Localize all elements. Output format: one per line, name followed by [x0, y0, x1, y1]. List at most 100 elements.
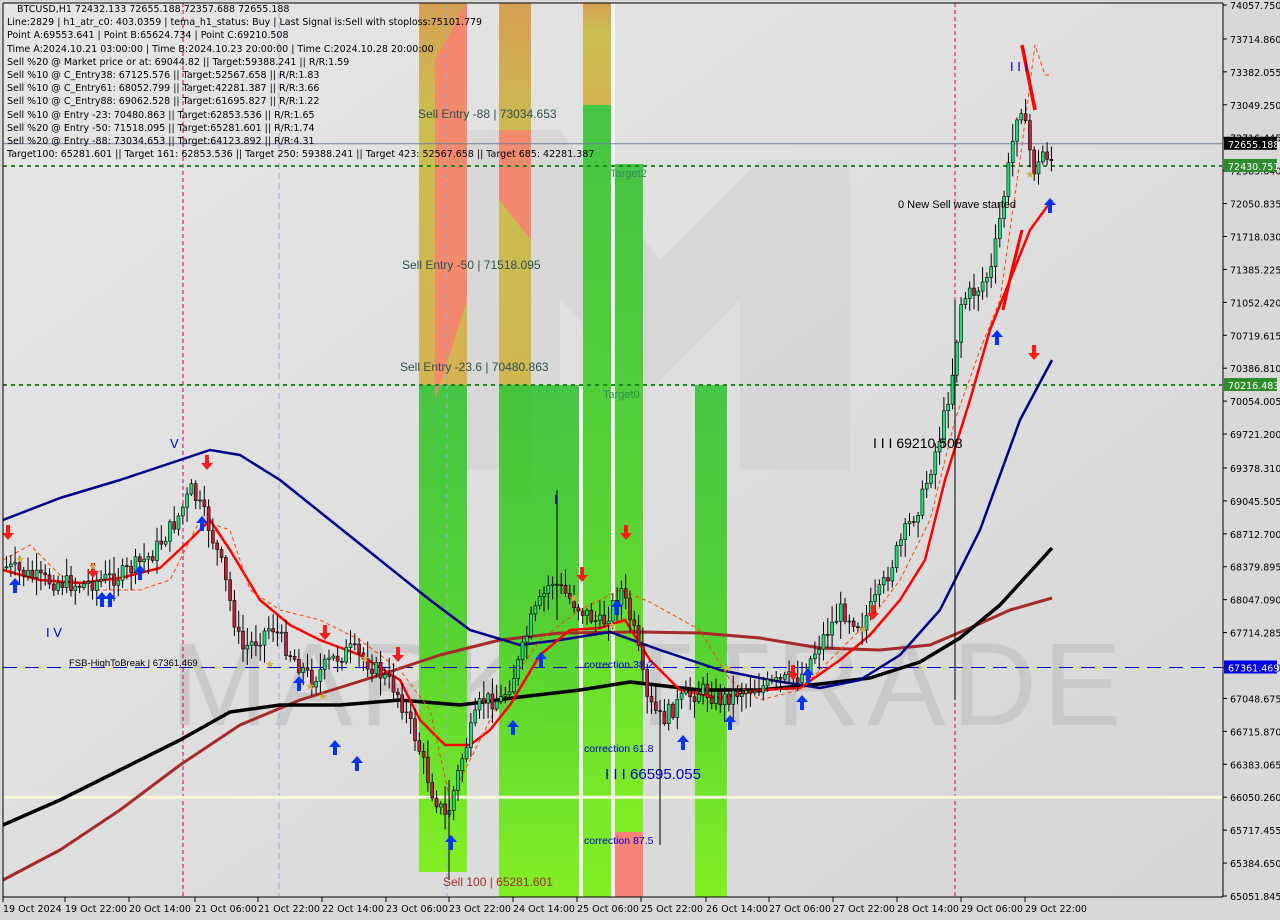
candle-body	[911, 521, 916, 523]
candle-body	[585, 609, 589, 616]
candle-body	[838, 603, 843, 622]
candle-body	[477, 698, 482, 711]
info-line: Time A:2024.10.21 03:00:00 | Time B:2024…	[7, 43, 434, 55]
star-icon: ★	[88, 560, 98, 573]
candle-body	[43, 572, 48, 576]
y-tick-label: 71385.225	[1230, 265, 1280, 276]
candle-body	[985, 277, 989, 283]
candle-body	[507, 691, 512, 696]
candle-body	[490, 693, 495, 710]
x-tick-label: 29 Oct 06:00	[961, 904, 1023, 915]
candle-body	[387, 674, 392, 677]
candle-body	[150, 556, 155, 561]
candle-body	[976, 290, 981, 296]
candle-body	[645, 669, 650, 697]
candle-body	[400, 694, 404, 713]
y-tick-label: 68047.090	[1230, 596, 1280, 607]
candle-body	[185, 493, 189, 508]
candle-body	[245, 645, 250, 650]
candle-body	[705, 683, 710, 698]
candle-body	[26, 569, 30, 577]
candle-body	[262, 630, 267, 646]
x-tick-label: 26 Oct 14:00	[706, 904, 768, 915]
candle-body	[464, 747, 469, 760]
candle-body	[757, 690, 761, 693]
candle-body	[284, 631, 288, 656]
candle-body	[929, 474, 933, 484]
chart-annotation: Sell Entry -50 | 71518.095	[402, 258, 541, 272]
chart-annotation: Target0	[603, 389, 640, 401]
candle-body	[292, 656, 297, 660]
info-line: Sell %20 @ Entry -88: 73034.653 || Targe…	[7, 135, 315, 147]
candle-body	[623, 588, 628, 599]
candle-body	[176, 515, 181, 530]
zone-gap	[579, 385, 583, 897]
candle-body	[39, 569, 43, 574]
y-tick-label: 68379.895	[1230, 563, 1280, 574]
candle-body	[563, 584, 568, 594]
candle-body	[103, 573, 108, 580]
candle-body	[469, 722, 473, 748]
y-tick-label: 69721.200	[1230, 430, 1280, 441]
candle-body	[731, 690, 736, 705]
candle-body	[60, 582, 65, 588]
info-panel: BTCUSD,H1 72432.133 72655.188 72357.688 …	[7, 3, 594, 161]
candle-body	[47, 574, 52, 585]
candle-body	[202, 499, 207, 508]
candle-body	[920, 488, 925, 516]
x-tick-label: 28 Oct 14:00	[897, 904, 959, 915]
candle-body	[834, 621, 839, 623]
candle-body	[817, 648, 822, 655]
candle-body	[503, 694, 508, 697]
price-tag-label: 72430.751	[1228, 162, 1279, 173]
x-tick-label: 23 Oct 22:00	[449, 904, 511, 915]
candle-body	[155, 540, 159, 561]
candle-body	[765, 679, 770, 687]
candle-body	[56, 582, 60, 591]
price-tag-label: 67361.469	[1228, 663, 1279, 674]
y-tick-label: 68712.700	[1230, 530, 1280, 541]
candle-body	[241, 630, 245, 650]
candle-body	[989, 266, 994, 278]
candle-body	[129, 565, 133, 574]
candle-body	[1045, 151, 1049, 160]
candle-body	[886, 577, 890, 582]
candle-body	[980, 281, 985, 292]
candle-body	[499, 696, 503, 702]
candle-body	[770, 679, 774, 681]
candle-body	[924, 482, 929, 490]
candle-body	[426, 756, 430, 783]
candle-body	[301, 667, 306, 673]
candle-body	[649, 696, 654, 703]
candle-body	[1019, 113, 1024, 121]
chart-annotation: correction 61.8	[584, 743, 654, 755]
candle-body	[275, 631, 280, 634]
candle-body	[206, 506, 211, 531]
candle-body	[266, 628, 271, 632]
candle-body	[881, 577, 886, 586]
candle-body	[1036, 161, 1041, 175]
candle-body	[950, 374, 955, 405]
chart-annotation: Sell Entry -23.6 | 70480.863	[400, 360, 549, 374]
y-tick-label: 69045.505	[1230, 497, 1280, 508]
candle-body	[34, 569, 39, 578]
candle-body	[168, 521, 172, 542]
candle-body	[752, 690, 757, 694]
y-tick-label: 66383.065	[1230, 760, 1280, 771]
candle-body	[894, 545, 899, 569]
candle-body	[718, 691, 723, 706]
x-tick-label: 21 Oct 22:00	[258, 904, 320, 915]
x-tick-label: 25 Oct 06:00	[577, 904, 639, 915]
candle-body	[288, 655, 293, 657]
candle-body	[636, 625, 641, 646]
x-tick-label: 19 Oct 2024	[3, 904, 62, 915]
candle-body	[404, 711, 409, 714]
star-icon: ★	[1025, 168, 1035, 181]
star-icon: ★	[722, 662, 732, 675]
candle-body	[348, 643, 353, 648]
y-tick-label: 74057.750	[1230, 1, 1280, 12]
candle-body	[481, 698, 486, 704]
y-tick-label: 65384.650	[1230, 859, 1280, 870]
candle-body	[602, 614, 607, 625]
x-tick-label: 20 Oct 14:00	[129, 904, 191, 915]
